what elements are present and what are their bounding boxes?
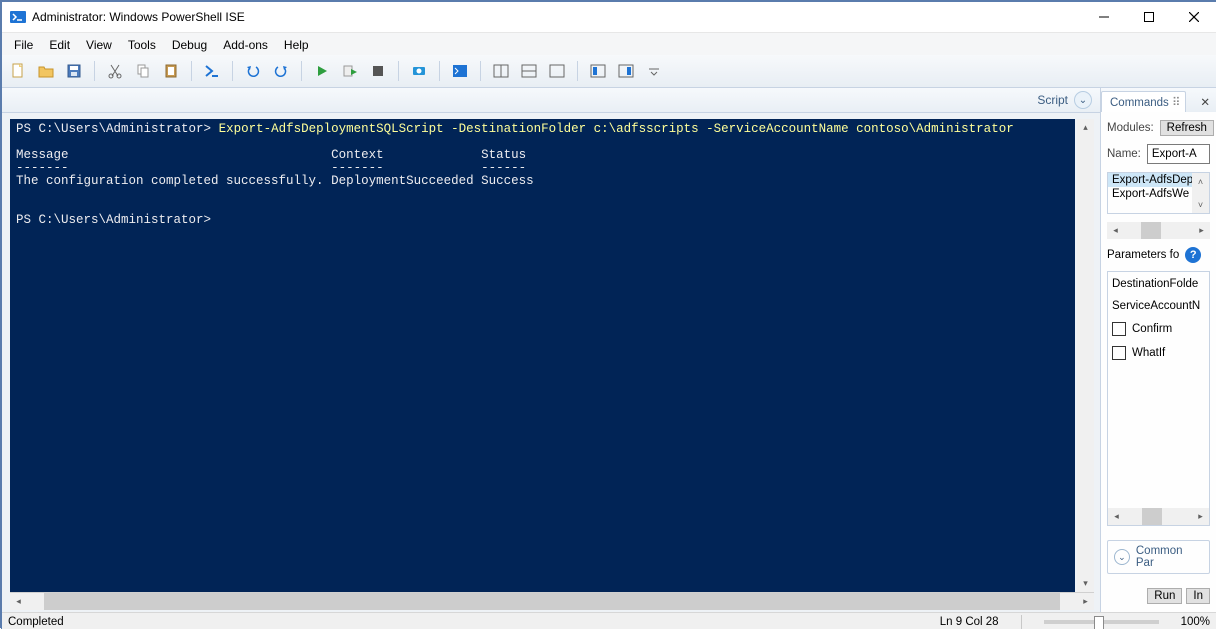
chevron-down-icon: ⌄ — [1114, 549, 1130, 565]
commands-listbox[interactable]: Export-AdfsDep Export-AdfsWe ˄ ˅ — [1107, 172, 1210, 214]
stop-icon[interactable] — [366, 59, 390, 83]
script-pane-header: Script ⌄ — [2, 88, 1100, 113]
param-serviceaccountname: ServiceAccountN — [1112, 300, 1205, 312]
save-icon[interactable] — [62, 59, 86, 83]
maximize-button[interactable] — [1126, 2, 1171, 32]
commands-tab[interactable]: Commands ⠿ — [1101, 91, 1186, 112]
scroll-down-icon[interactable]: ▾ — [1077, 575, 1094, 592]
list-scroll-up-icon[interactable]: ˄ — [1192, 173, 1209, 190]
scroll-up-icon[interactable]: ▴ — [1077, 119, 1094, 136]
cursor-position: Ln 9 Col 28 — [940, 616, 999, 628]
show-script-pane-icon[interactable] — [586, 59, 610, 83]
status-text: Completed — [8, 616, 64, 628]
scroll-left-icon[interactable]: ◂ — [10, 593, 27, 610]
list-scroll-right-icon[interactable]: ▸ — [1193, 222, 1210, 239]
new-file-icon[interactable] — [6, 59, 30, 83]
help-icon[interactable]: ? — [1185, 247, 1201, 263]
menu-file[interactable]: File — [6, 36, 41, 54]
checkbox-icon — [1112, 346, 1126, 360]
menu-debug[interactable]: Debug — [164, 36, 215, 54]
list-scrollbar-thumb[interactable] — [1141, 222, 1161, 239]
cut-icon[interactable] — [103, 59, 127, 83]
close-commands-pane-icon[interactable]: ✕ — [1194, 92, 1216, 112]
menubar: File Edit View Tools Debug Add-ons Help — [2, 33, 1216, 55]
common-parameters-expander[interactable]: ⌄ Common Par — [1107, 540, 1210, 574]
refresh-button[interactable]: Refresh — [1160, 120, 1214, 136]
menu-addons[interactable]: Add-ons — [215, 36, 276, 54]
script-label: Script — [1037, 93, 1068, 107]
run-button[interactable]: Run — [1147, 588, 1182, 604]
undo-icon[interactable] — [241, 59, 265, 83]
layout-top-icon[interactable] — [517, 59, 541, 83]
parameters-label: Parameters fo — [1107, 249, 1179, 261]
console-horizontal-scrollbar[interactable]: ◂ ▸ — [10, 592, 1094, 610]
run-selection-icon[interactable] — [338, 59, 362, 83]
menu-view[interactable]: View — [78, 36, 120, 54]
editor-area: Script ⌄ PS C:\Users\Administrator> Expo… — [2, 88, 1100, 612]
redo-icon[interactable] — [269, 59, 293, 83]
param-whatif-checkbox[interactable]: WhatIf — [1112, 346, 1205, 360]
scrollbar-thumb[interactable] — [44, 593, 1060, 610]
param-destinationfolder: DestinationFolde — [1112, 278, 1205, 290]
insert-button[interactable]: In — [1186, 588, 1210, 604]
name-label: Name: — [1107, 148, 1141, 160]
app-icon — [10, 9, 26, 25]
powershell-console-icon[interactable] — [448, 59, 472, 83]
params-horizontal-scrollbar[interactable]: ◂ ▸ — [1108, 508, 1209, 525]
modules-label: Modules: — [1107, 122, 1154, 134]
scroll-right-icon[interactable]: ▸ — [1077, 593, 1094, 610]
remote-icon[interactable] — [407, 59, 431, 83]
list-horizontal-scrollbar[interactable]: ◂ ▸ — [1107, 222, 1210, 239]
console-vertical-scrollbar[interactable]: ▴ ▾ — [1077, 119, 1094, 592]
titlebar: Administrator: Windows PowerShell ISE — [2, 2, 1216, 33]
expand-script-pane-icon[interactable]: ⌄ — [1074, 91, 1092, 109]
statusbar: Completed Ln 9 Col 28 100% — [2, 612, 1216, 629]
toolbar — [2, 55, 1216, 88]
layout-split-icon[interactable] — [489, 59, 513, 83]
list-scroll-down-icon[interactable]: ˅ — [1192, 196, 1209, 213]
layout-full-icon[interactable] — [545, 59, 569, 83]
parameters-panel: DestinationFolde ServiceAccountN Confirm… — [1107, 271, 1210, 526]
toolbar-overflow-icon[interactable] — [642, 59, 666, 83]
zoom-level: 100% — [1181, 616, 1210, 628]
console-output[interactable]: PS C:\Users\Administrator> Export-AdfsDe… — [10, 119, 1075, 592]
name-input[interactable] — [1147, 144, 1210, 164]
open-file-icon[interactable] — [34, 59, 58, 83]
window-title: Administrator: Windows PowerShell ISE — [32, 10, 245, 24]
main-area: Script ⌄ PS C:\Users\Administrator> Expo… — [2, 88, 1216, 612]
minimize-button[interactable] — [1081, 2, 1126, 32]
paste-icon[interactable] — [159, 59, 183, 83]
menu-help[interactable]: Help — [276, 36, 317, 54]
menu-tools[interactable]: Tools — [120, 36, 164, 54]
run-prompt-icon[interactable] — [200, 59, 224, 83]
param-confirm-checkbox[interactable]: Confirm — [1112, 322, 1205, 336]
commands-pane: Commands ⠿ ✕ Modules: Refresh Name: Expo… — [1100, 88, 1216, 612]
copy-icon[interactable] — [131, 59, 155, 83]
menu-edit[interactable]: Edit — [41, 36, 78, 54]
show-command-pane-icon[interactable] — [614, 59, 638, 83]
zoom-slider-handle[interactable] — [1094, 616, 1104, 629]
list-scroll-left-icon[interactable]: ◂ — [1107, 222, 1124, 239]
checkbox-icon — [1112, 322, 1126, 336]
console-pane: PS C:\Users\Administrator> Export-AdfsDe… — [2, 113, 1100, 612]
close-button[interactable] — [1171, 2, 1216, 32]
run-script-icon[interactable] — [310, 59, 334, 83]
zoom-slider[interactable] — [1044, 620, 1159, 624]
